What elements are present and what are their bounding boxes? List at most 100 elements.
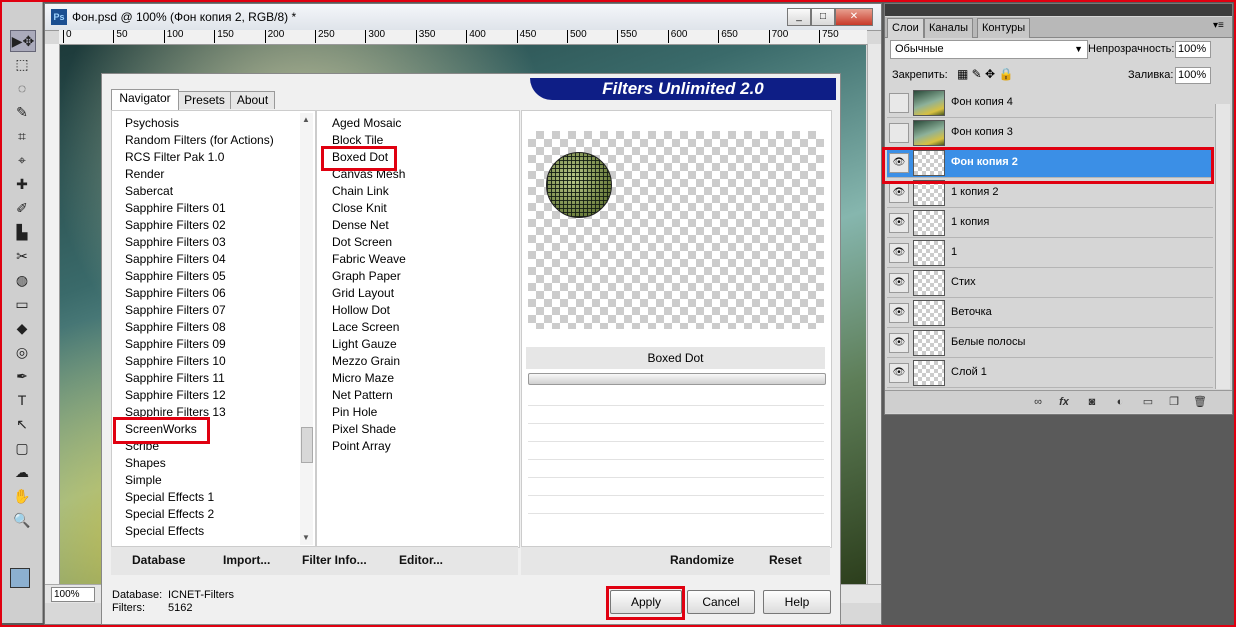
opacity-field[interactable]: 100% [1175, 41, 1211, 58]
tool-icon[interactable]: ✚ [10, 174, 34, 194]
filter-item[interactable]: Graph Paper [332, 268, 401, 285]
tool-icon[interactable]: ▶✥ [10, 30, 36, 52]
tool-icon[interactable]: ✂ [10, 246, 34, 266]
tool-icon[interactable]: ▭ [10, 294, 34, 314]
apply-button[interactable]: Apply [610, 590, 682, 614]
tool-icon[interactable]: ⌗ [10, 126, 34, 146]
layer-row[interactable]: 👁 Стих [887, 268, 1213, 298]
tool-icon[interactable]: 🔍 [10, 510, 34, 530]
link-icon[interactable]: ∞ [1031, 395, 1045, 409]
eye-icon[interactable]: 👁 [889, 213, 909, 233]
scroll-up-icon[interactable]: ▲ [302, 115, 310, 124]
layer-row[interactable]: 👁 Веточка [887, 298, 1213, 328]
scroll-down-icon[interactable]: ▼ [302, 533, 310, 542]
tool-icon[interactable]: ✋ [10, 486, 34, 506]
category-item[interactable]: Sapphire Filters 09 [125, 336, 226, 353]
tool-icon[interactable]: ✒ [10, 366, 34, 386]
category-item[interactable]: Random Filters (for Actions) [125, 132, 274, 149]
maximize-button[interactable]: □ [811, 8, 835, 26]
randomize-link[interactable]: Randomize [670, 553, 734, 567]
category-item[interactable]: Sapphire Filters 06 [125, 285, 226, 302]
minimize-button[interactable]: _ [787, 8, 811, 26]
layer-row[interactable]: 👁 1 копия [887, 208, 1213, 238]
filter-item[interactable]: Grid Layout [332, 285, 394, 302]
blend-mode-select[interactable]: Обычные ▼ [890, 40, 1088, 59]
filter-item[interactable]: Hollow Dot [332, 302, 390, 319]
eye-icon[interactable]: 👁 [889, 303, 909, 323]
category-item[interactable]: Sapphire Filters 05 [125, 268, 226, 285]
filter-item[interactable]: Canvas Mesh [332, 166, 405, 183]
tab-layers[interactable]: Слои [887, 18, 924, 38]
category-item[interactable]: Sapphire Filters 11 [125, 370, 225, 387]
tool-icon[interactable]: ☁ [10, 462, 34, 482]
category-item[interactable]: Special Effects 2 [125, 506, 214, 523]
tab-channels[interactable]: Каналы [924, 18, 974, 38]
eye-icon[interactable]: 👁 [889, 333, 909, 353]
tool-icon[interactable]: ⌖ [10, 150, 34, 170]
filter-item[interactable]: Chain Link [332, 183, 389, 200]
eye-icon[interactable]: 👁 [889, 93, 909, 113]
filter-item[interactable]: Block Tile [332, 132, 383, 149]
category-item[interactable]: Sapphire Filters 13 [125, 404, 226, 421]
layers-scrollbar[interactable] [1215, 104, 1230, 389]
category-item[interactable]: Sapphire Filters 08 [125, 319, 226, 336]
category-item[interactable]: Sapphire Filters 07 [125, 302, 226, 319]
folder-icon[interactable]: ▭ [1141, 395, 1155, 409]
eye-icon[interactable]: 👁 [889, 183, 909, 203]
layer-row[interactable]: 👁 Фон копия 4 [887, 88, 1213, 118]
layer-row[interactable]: 👁 Белые полосы [887, 328, 1213, 358]
zoom-field[interactable]: 100% [51, 587, 95, 602]
category-item[interactable]: Simple [125, 472, 162, 489]
tool-icon[interactable]: ▙ [10, 222, 34, 242]
tab-navigator[interactable]: Navigator [111, 89, 179, 110]
tool-icon[interactable]: ⬚ [10, 54, 34, 74]
category-scrollbar[interactable]: ▲ ▼ [300, 113, 313, 545]
eye-icon[interactable]: 👁 [889, 243, 909, 263]
editor-link[interactable]: Editor... [399, 553, 443, 567]
eye-icon[interactable]: 👁 [889, 273, 909, 293]
close-button[interactable]: ✕ [835, 8, 873, 26]
filter-item[interactable]: Boxed Dot [332, 149, 388, 166]
document-scrollbar[interactable] [867, 44, 881, 584]
filter-item[interactable]: Net Pattern [332, 387, 393, 404]
layer-row[interactable]: 👁 Слой 1 [887, 358, 1213, 388]
category-item[interactable]: Sapphire Filters 01 [125, 200, 226, 217]
category-item[interactable]: Sapphire Filters 12 [125, 387, 226, 404]
filter-item[interactable]: Mezzo Grain [332, 353, 400, 370]
import-link[interactable]: Import... [223, 553, 270, 567]
category-item[interactable]: Sabercat [125, 183, 173, 200]
category-item[interactable]: Special Effects 1 [125, 489, 214, 506]
filter-item[interactable]: Aged Mosaic [332, 115, 401, 132]
filter-item[interactable]: Point Array [332, 438, 391, 455]
tool-icon[interactable]: ✎ [10, 102, 34, 122]
cancel-button[interactable]: Cancel [687, 590, 755, 614]
tab-about[interactable]: About [230, 91, 275, 109]
tool-icon[interactable]: ◍ [10, 270, 34, 290]
database-link[interactable]: Database [132, 553, 185, 567]
layer-row[interactable]: 👁 1 копия 2 [887, 178, 1213, 208]
reset-link[interactable]: Reset [769, 553, 802, 567]
filter-info-link[interactable]: Filter Info... [302, 553, 367, 567]
filter-item[interactable]: Light Gauze [332, 336, 397, 353]
eye-icon[interactable]: 👁 [889, 153, 909, 173]
category-item[interactable]: Sapphire Filters 04 [125, 251, 226, 268]
filter-item[interactable]: Pixel Shade [332, 421, 396, 438]
adjustment-icon[interactable]: ◐ [1113, 395, 1127, 409]
filter-item[interactable]: Pin Hole [332, 404, 377, 421]
foreground-color-swatch[interactable] [10, 568, 30, 588]
help-button[interactable]: Help [763, 590, 831, 614]
category-item[interactable]: Sapphire Filters 10 [125, 353, 226, 370]
filter-item[interactable]: Close Knit [332, 200, 387, 217]
tool-icon[interactable]: ✐ [10, 198, 34, 218]
tool-icon[interactable]: ◌ [10, 78, 34, 98]
category-item[interactable]: Sapphire Filters 02 [125, 217, 226, 234]
category-item[interactable]: Scribe [125, 438, 159, 455]
tool-icon[interactable]: ◎ [10, 342, 34, 362]
lock-icons[interactable]: ▦ ✎ ✥ 🔒 [957, 67, 1013, 81]
trash-icon[interactable]: 🗑 [1193, 395, 1207, 409]
eye-icon[interactable]: 👁 [889, 123, 909, 143]
eye-icon[interactable]: 👁 [889, 363, 909, 383]
fill-field[interactable]: 100% [1175, 67, 1211, 84]
filter-item[interactable]: Dense Net [332, 217, 389, 234]
fx-icon[interactable]: fx [1057, 395, 1071, 409]
